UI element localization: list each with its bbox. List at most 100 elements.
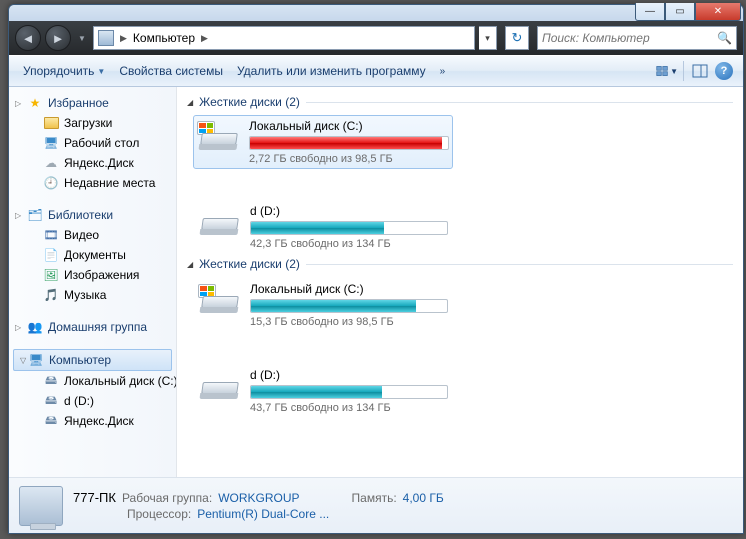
drive-item[interactable]: d (D:)42,3 ГБ свободно из 134 ГБ bbox=[193, 199, 453, 255]
libraries-icon: 🗂 bbox=[27, 207, 43, 223]
titlebar[interactable]: — ▭ ✕ bbox=[9, 5, 743, 21]
libraries-label: Библиотеки bbox=[48, 208, 113, 222]
drive-item[interactable]: Локальный диск (C:)15,3 ГБ свободно из 9… bbox=[193, 277, 453, 333]
body: ▷ ★ Избранное Загрузки 🖥Рабочий стол ☁Ян… bbox=[9, 87, 743, 477]
collapse-icon: ▷ bbox=[15, 323, 21, 332]
navigation-pane: ▷ ★ Избранное Загрузки 🖥Рабочий стол ☁Ян… bbox=[9, 87, 177, 477]
memory-value: 4,00 ГБ bbox=[403, 491, 444, 505]
sidebar-item-desktop[interactable]: 🖥Рабочий стол bbox=[9, 133, 176, 153]
search-box[interactable]: 🔍 bbox=[537, 26, 737, 50]
libraries-header[interactable]: ▷ 🗂 Библиотеки bbox=[9, 205, 176, 225]
computer-large-icon bbox=[19, 486, 63, 526]
refresh-button[interactable]: ↻ bbox=[505, 26, 529, 50]
expand-icon: ▽ bbox=[20, 356, 26, 365]
drive-icon bbox=[198, 282, 242, 320]
content-pane: ◢ Жесткие диски (2) Локальный диск (C:) 2,7… bbox=[177, 87, 743, 477]
minimize-button[interactable]: — bbox=[635, 3, 665, 21]
sidebar-item-documents[interactable]: 📄Документы bbox=[9, 245, 176, 265]
collapse-icon: ◢ bbox=[187, 98, 193, 107]
drive-icon bbox=[197, 119, 241, 157]
favorites-header[interactable]: ▷ ★ Избранное bbox=[9, 93, 176, 113]
forward-button[interactable]: ► bbox=[45, 25, 71, 51]
homegroup-label: Домашняя группа bbox=[48, 320, 147, 334]
drive-icon: 🖴 bbox=[43, 373, 59, 389]
drive-row: Локальный диск (C:) 2,72 ГБ свободно из 9… bbox=[193, 115, 733, 255]
chevron-right-icon[interactable]: ▶ bbox=[118, 33, 129, 44]
sidebar-item-yandex-disk[interactable]: ☁Яндекс.Диск bbox=[9, 153, 176, 173]
toolbar-overflow[interactable]: » bbox=[434, 66, 452, 77]
drive-free-space: 42,3 ГБ свободно из 134 ГБ bbox=[250, 238, 448, 250]
search-icon[interactable]: 🔍 bbox=[717, 31, 732, 45]
address-dropdown[interactable]: ▾ bbox=[479, 26, 497, 50]
chevron-down-icon: ▼ bbox=[97, 67, 105, 76]
drive-item[interactable]: Локальный диск (C:) 2,72 ГБ свободно из 9… bbox=[193, 115, 453, 169]
uninstall-program-button[interactable]: Удалить или изменить программу bbox=[231, 60, 432, 82]
address-bar[interactable]: ▶ Компьютер ▶ bbox=[93, 26, 475, 50]
preview-pane-button[interactable] bbox=[689, 60, 711, 82]
favorites-group: ▷ ★ Избранное Загрузки 🖥Рабочий стол ☁Ян… bbox=[9, 93, 176, 193]
cpu-label: Процессор: bbox=[127, 507, 191, 521]
drive-free-space: 2,72 ГБ свободно из 98,5 ГБ bbox=[249, 153, 449, 165]
sidebar-item-recent[interactable]: 🕘Недавние места bbox=[9, 173, 176, 193]
help-button[interactable]: ? bbox=[713, 60, 735, 82]
sidebar-item-downloads[interactable]: Загрузки bbox=[9, 113, 176, 133]
explorer-window: — ▭ ✕ ◄ ► ▼ ▶ Компьютер ▶ ▾ ↻ 🔍 Упорядоч… bbox=[8, 4, 744, 534]
maximize-button[interactable]: ▭ bbox=[665, 3, 695, 21]
breadcrumb-item[interactable]: Компьютер bbox=[133, 31, 195, 45]
group-header[interactable]: ◢Жесткие диски (2) bbox=[187, 95, 733, 109]
homegroup-header[interactable]: ▷ 👥 Домашняя группа bbox=[9, 317, 176, 337]
view-options-button[interactable]: ▼ bbox=[656, 60, 678, 82]
drive-icon: 🖴 bbox=[43, 393, 59, 409]
drive-row: Локальный диск (C:)15,3 ГБ свободно из 9… bbox=[193, 277, 733, 419]
sidebar-item-yandex-disk-drive[interactable]: 🖴Яндекс.Диск bbox=[9, 411, 176, 431]
drive-icon: 🖴 bbox=[43, 413, 59, 429]
collapse-icon: ◢ bbox=[187, 260, 193, 269]
documents-icon: 📄 bbox=[43, 247, 59, 263]
toolbar: Упорядочить ▼ Свойства системы Удалить и… bbox=[9, 55, 743, 87]
pictures-icon: 🖼 bbox=[43, 267, 59, 283]
drive-icon bbox=[198, 368, 242, 406]
details-pane: 777-ПК Рабочая группа: WORKGROUP Память:… bbox=[9, 477, 743, 533]
sidebar-item-music[interactable]: 🎵Музыка bbox=[9, 285, 176, 305]
drive-item[interactable]: d (D:)43,7 ГБ свободно из 134 ГБ bbox=[193, 363, 453, 419]
close-button[interactable]: ✕ bbox=[695, 3, 741, 21]
navigation-bar: ◄ ► ▼ ▶ Компьютер ▶ ▾ ↻ 🔍 bbox=[9, 21, 743, 55]
collapse-icon: ▷ bbox=[15, 211, 21, 220]
workgroup-label: Рабочая группа: bbox=[122, 491, 212, 505]
sidebar-item-local-disk-c[interactable]: 🖴Локальный диск (C:) bbox=[9, 371, 176, 391]
group-header[interactable]: ◢ Жесткие диски (2) bbox=[187, 257, 733, 271]
drive-icon bbox=[198, 204, 242, 242]
history-dropdown[interactable]: ▼ bbox=[75, 31, 89, 45]
music-icon: 🎵 bbox=[43, 287, 59, 303]
sidebar-item-videos[interactable]: 🎞Видео bbox=[9, 225, 176, 245]
workgroup-value: WORKGROUP bbox=[218, 491, 299, 505]
organize-menu[interactable]: Упорядочить ▼ bbox=[17, 60, 111, 82]
drive-free-space: 15,3 ГБ свободно из 98,5 ГБ bbox=[250, 316, 448, 328]
search-input[interactable] bbox=[542, 31, 732, 45]
computer-icon: 🖥 bbox=[28, 352, 44, 368]
group-title: Жесткие диски (2) bbox=[199, 257, 300, 271]
drive-name: Локальный диск (C:) bbox=[249, 119, 449, 133]
desktop-icon: 🖥 bbox=[43, 135, 59, 151]
chevron-right-icon[interactable]: ▶ bbox=[199, 33, 210, 44]
sidebar-item-pictures[interactable]: 🖼Изображения bbox=[9, 265, 176, 285]
pc-name: 777-ПК bbox=[73, 490, 116, 505]
system-properties-button[interactable]: Свойства системы bbox=[113, 60, 229, 82]
star-icon: ★ bbox=[27, 95, 43, 111]
computer-header[interactable]: ▽ 🖥 Компьютер bbox=[13, 349, 172, 371]
cpu-value: Pentium(R) Dual-Core ... bbox=[197, 507, 329, 521]
computer-group: ▽ 🖥 Компьютер 🖴Локальный диск (C:) 🖴d (D… bbox=[9, 349, 176, 431]
back-button[interactable]: ◄ bbox=[15, 25, 41, 51]
homegroup-icon: 👥 bbox=[27, 319, 43, 335]
cloud-icon: ☁ bbox=[43, 155, 59, 171]
window-controls: — ▭ ✕ bbox=[635, 3, 741, 21]
homegroup-group: ▷ 👥 Домашняя группа bbox=[9, 317, 176, 337]
computer-icon bbox=[98, 30, 114, 46]
favorites-label: Избранное bbox=[48, 96, 109, 110]
memory-label: Память: bbox=[352, 491, 397, 505]
chevron-down-icon: ▼ bbox=[670, 67, 678, 76]
drive-free-space: 43,7 ГБ свободно из 134 ГБ bbox=[250, 402, 448, 414]
sidebar-item-disk-d[interactable]: 🖴d (D:) bbox=[9, 391, 176, 411]
downloads-icon bbox=[43, 115, 59, 131]
capacity-bar bbox=[250, 299, 448, 313]
